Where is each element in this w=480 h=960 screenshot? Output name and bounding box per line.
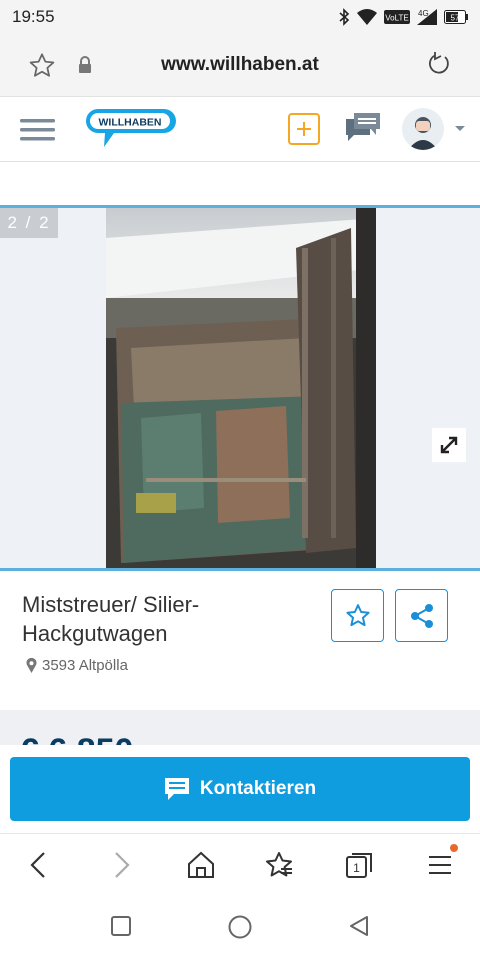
menu-lines-icon — [429, 856, 451, 874]
back-arrow-icon[interactable] — [24, 850, 54, 880]
status-bar: 19:55 VoLTE 4G 57 — [0, 0, 480, 36]
price-section: € 6.850 — [0, 710, 480, 750]
bluetooth-icon — [339, 8, 350, 26]
message-icon — [164, 778, 189, 800]
url-text[interactable]: www.willhaben.at — [0, 54, 480, 76]
reload-icon[interactable] — [426, 51, 452, 77]
star-icon — [346, 604, 370, 627]
contact-label: Kontaktieren — [199, 778, 317, 799]
location: 3593 Altpölla — [26, 657, 128, 674]
system-nav-bar — [0, 895, 480, 960]
browser-menu-button[interactable] — [426, 844, 458, 880]
status-time: 19:55 — [12, 7, 55, 26]
forward-arrow-icon[interactable] — [106, 850, 136, 880]
back-triangle-icon[interactable] — [348, 915, 370, 937]
avatar[interactable] — [402, 108, 444, 150]
image-counter: 2 / 2 — [0, 208, 58, 238]
listing-title: Miststreuer/ Silier-Hackgutwagen — [22, 592, 200, 646]
messages-icon[interactable] — [344, 111, 382, 145]
volte-label: VoLTE — [385, 14, 408, 23]
battery-icon: 57 — [444, 10, 468, 24]
home-circle-icon[interactable] — [228, 915, 252, 939]
battery-level: 57 — [451, 14, 460, 23]
share-icon — [411, 604, 433, 628]
home-icon[interactable] — [186, 850, 216, 880]
contact-button[interactable]: Kontaktieren — [10, 757, 470, 821]
willhaben-logo[interactable]: WILLHABEN — [84, 107, 176, 153]
image-gallery[interactable]: 2 / 2 — [0, 205, 480, 571]
post-ad-button[interactable] — [288, 113, 320, 145]
volte-icon: VoLTE — [384, 10, 410, 24]
bookmarks-star-icon[interactable] — [264, 850, 294, 880]
tabs-icon[interactable]: 1 — [344, 850, 374, 880]
hamburger-menu-icon[interactable] — [20, 117, 56, 143]
location-text: 3593 Altpölla — [42, 657, 128, 674]
browser-url-bar: www.willhaben.at — [0, 36, 480, 96]
contact-bar: Kontaktieren — [0, 745, 480, 833]
site-header: WILLHABEN — [0, 96, 480, 162]
browser-bottom-nav: 1 — [0, 833, 480, 895]
chevron-down-icon[interactable] — [454, 125, 466, 133]
listing-photo[interactable] — [106, 208, 376, 568]
status-icons: VoLTE 4G 57 — [338, 8, 468, 26]
svg-text:1: 1 — [353, 861, 360, 875]
share-button[interactable] — [395, 589, 448, 642]
wifi-icon — [357, 9, 377, 25]
notification-dot — [450, 844, 458, 852]
favorite-button[interactable] — [331, 589, 384, 642]
fullscreen-expand-icon[interactable] — [432, 428, 466, 462]
user-avatar-icon — [408, 117, 438, 150]
recent-apps-icon[interactable] — [110, 915, 132, 937]
location-pin-icon — [26, 658, 37, 673]
network-type: 4G — [418, 9, 429, 18]
signal-icon: 4G — [417, 9, 437, 25]
logo-text: WILLHABEN — [99, 117, 162, 129]
